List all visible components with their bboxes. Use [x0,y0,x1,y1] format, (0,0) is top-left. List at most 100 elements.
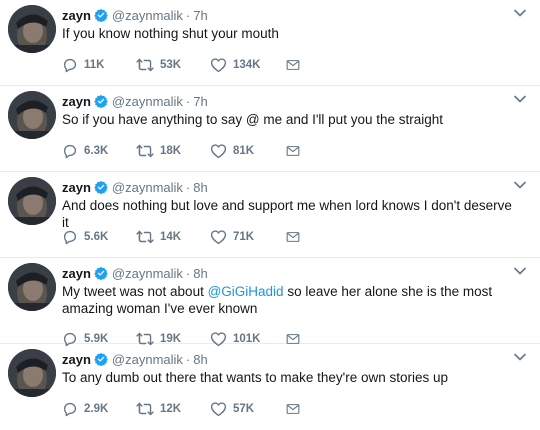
separator: · [185,7,191,23]
separator: · [185,93,191,109]
retweet-button[interactable]: 12K [136,401,210,417]
heart-icon [210,58,227,73]
avatar-photo [8,263,56,311]
retweet-button[interactable]: 18K [136,143,210,159]
avatar[interactable] [8,91,56,139]
chevron-down-icon[interactable] [514,95,526,103]
avatar[interactable] [8,349,56,397]
direct-message-button[interactable] [286,144,306,158]
avatar[interactable] [8,177,56,225]
tweet-text-part: My tweet was not about [62,284,208,299]
tweet-actions: 6.3K 18K 81K [62,142,306,160]
reply-icon [64,402,77,417]
reply-count: 6.3K [84,145,109,157]
tweet-header: zayn @zaynmalik · 8h [62,350,208,368]
verified-badge-icon [94,180,108,194]
tweet-actions: 11K 53K 134K [62,56,306,74]
display-name[interactable]: zayn [62,94,91,109]
envelope-icon [286,146,300,156]
chevron-down-icon[interactable] [514,267,526,275]
chevron-down-icon[interactable] [514,353,526,361]
display-name[interactable]: zayn [62,8,91,23]
tweet[interactable]: zayn @zaynmalik · 7h So if you have anyt… [0,86,540,172]
reply-button[interactable]: 11K [62,57,136,73]
separator: · [185,351,191,367]
display-name[interactable]: zayn [62,180,91,195]
avatar[interactable] [8,5,56,53]
tweet-text: To any dumb out there that wants to make… [62,369,522,386]
username[interactable]: @zaynmalik [112,266,183,281]
chevron-down-icon[interactable] [514,9,526,17]
mention-link[interactable]: @GiGiHadid [208,284,284,299]
retweet-icon [136,58,154,72]
tweet-text-part: To any dumb out there that wants to make… [62,370,449,385]
separator: · [185,265,191,281]
reply-icon [64,58,77,73]
reply-icon [64,230,77,245]
direct-message-button[interactable] [286,230,306,244]
verified-badge-icon [94,94,108,108]
display-name[interactable]: zayn [62,266,91,281]
heart-icon [210,402,227,417]
like-button[interactable]: 71K [210,229,286,245]
retweet-button[interactable]: 14K [136,229,210,245]
retweet-icon [136,144,154,158]
tweet[interactable]: zayn @zaynmalik · 8h My tweet was not ab… [0,258,540,347]
tweet-text: My tweet was not about @GiGiHadid so lea… [62,283,522,317]
tweet-header: zayn @zaynmalik · 8h [62,178,208,196]
separator: · [185,179,191,195]
chevron-down-icon[interactable] [514,181,526,189]
retweet-button[interactable]: 53K [136,57,210,73]
tweet[interactable]: zayn @zaynmalik · 7h If you know nothing… [0,0,540,86]
retweet-count: 14K [160,231,182,243]
retweet-count: 53K [160,59,182,71]
retweet-count: 18K [160,145,182,157]
verified-badge-icon [94,352,108,366]
timestamp[interactable]: 8h [193,180,207,195]
like-button[interactable]: 81K [210,143,286,159]
reply-button[interactable]: 6.3K [62,143,136,159]
avatar[interactable] [8,263,56,311]
tweet[interactable]: zayn @zaynmalik · 8h To any dumb out the… [0,344,540,430]
like-count: 134K [233,59,261,71]
username[interactable]: @zaynmalik [112,8,183,23]
tweet-header: zayn @zaynmalik · 8h [62,264,208,282]
username[interactable]: @zaynmalik [112,352,183,367]
heart-icon [210,230,227,245]
like-button[interactable]: 57K [210,401,286,417]
envelope-icon [286,232,300,242]
timestamp[interactable]: 8h [193,266,207,281]
username[interactable]: @zaynmalik [112,94,183,109]
tweet-text-part: So if you have anything to say @ me and … [62,112,443,127]
avatar-photo [8,5,56,53]
tweet[interactable]: zayn @zaynmalik · 8h And does nothing bu… [0,172,540,258]
tweet-text-part: If you know nothing shut your mouth [62,26,279,41]
reply-count: 2.9K [84,403,109,415]
tweet-actions: 5.6K 14K 71K [62,228,306,246]
username[interactable]: @zaynmalik [112,180,183,195]
timestamp[interactable]: 7h [193,94,207,109]
timestamp[interactable]: 8h [193,352,207,367]
envelope-icon [286,404,300,414]
reply-button[interactable]: 2.9K [62,401,136,417]
tweet-text: So if you have anything to say @ me and … [62,111,522,128]
verified-badge-icon [94,8,108,22]
reply-icon [64,144,77,159]
retweet-icon [136,230,154,244]
tweet-text-part: And does nothing but love and support me… [62,198,512,230]
verified-badge-icon [94,266,108,280]
timeline: zayn @zaynmalik · 7h If you know nothing… [0,0,540,430]
like-count: 71K [233,231,255,243]
direct-message-button[interactable] [286,402,306,416]
avatar-photo [8,177,56,225]
like-button[interactable]: 134K [210,57,286,73]
retweet-count: 12K [160,403,182,415]
heart-icon [210,144,227,159]
timestamp[interactable]: 7h [193,8,207,23]
display-name[interactable]: zayn [62,352,91,367]
avatar-photo [8,91,56,139]
reply-button[interactable]: 5.6K [62,229,136,245]
reply-count: 11K [84,59,105,71]
direct-message-button[interactable] [286,58,306,72]
avatar-photo [8,349,56,397]
